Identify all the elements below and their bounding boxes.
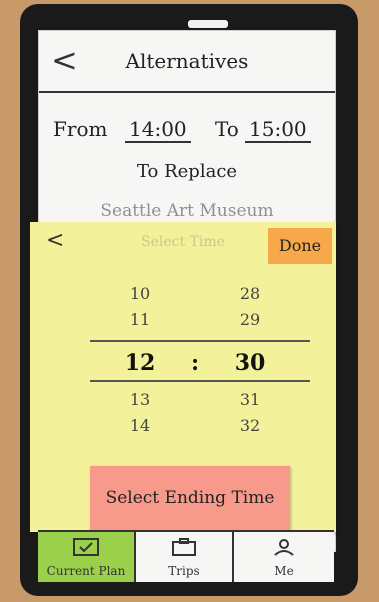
header: < Alternatives bbox=[39, 31, 335, 93]
tab-bar: Current Plan Trips Me bbox=[38, 530, 334, 582]
speaker bbox=[188, 20, 228, 28]
to-time-field[interactable]: 15:00 bbox=[245, 117, 311, 143]
picker-row[interactable]: 14 32 bbox=[90, 416, 310, 440]
hour-option[interactable]: 14 bbox=[110, 416, 170, 435]
tab-label: Me bbox=[274, 564, 294, 578]
tab-current-plan[interactable]: Current Plan bbox=[38, 532, 136, 582]
check-icon bbox=[73, 538, 99, 556]
picker-row[interactable]: 11 29 bbox=[90, 310, 310, 334]
page-title: Alternatives bbox=[125, 49, 249, 73]
tab-label: Current Plan bbox=[46, 564, 126, 578]
tab-trips[interactable]: Trips bbox=[136, 532, 234, 582]
selected-minute[interactable]: 30 bbox=[220, 350, 280, 376]
time-picker[interactable]: 10 28 11 29 12 : 30 13 31 14 32 bbox=[90, 284, 310, 454]
hour-option[interactable]: 11 bbox=[110, 310, 170, 329]
picker-row[interactable]: 10 28 bbox=[90, 284, 310, 308]
selected-hour[interactable]: 12 bbox=[110, 350, 170, 376]
from-time-field[interactable]: 14:00 bbox=[125, 117, 191, 143]
minute-option[interactable]: 29 bbox=[220, 310, 280, 329]
picker-row[interactable]: 13 31 bbox=[90, 390, 310, 414]
picker-colon: : bbox=[190, 350, 200, 376]
hour-option[interactable]: 13 bbox=[110, 390, 170, 409]
hint-sticky-note: Select Ending Time bbox=[90, 466, 290, 538]
tab-me[interactable]: Me bbox=[234, 532, 334, 582]
picker-selected-row[interactable]: 12 : 30 bbox=[90, 350, 310, 376]
tab-label: Trips bbox=[168, 564, 200, 578]
hint-text: Select Ending Time bbox=[105, 488, 275, 508]
suitcase-icon bbox=[172, 538, 196, 556]
minute-option[interactable]: 32 bbox=[220, 416, 280, 435]
minute-option[interactable]: 28 bbox=[220, 284, 280, 303]
replace-place: Seattle Art Museum bbox=[100, 201, 274, 221]
picker-divider-top bbox=[90, 340, 310, 342]
minute-option[interactable]: 31 bbox=[220, 390, 280, 409]
done-button[interactable]: Done bbox=[268, 228, 332, 264]
from-label: From bbox=[53, 117, 108, 141]
to-label: To bbox=[215, 117, 239, 141]
to-replace-label: To Replace bbox=[136, 161, 238, 182]
time-picker-overlay: < Select Time Done 10 28 11 29 12 : 30 1… bbox=[30, 222, 336, 538]
hour-option[interactable]: 10 bbox=[110, 284, 170, 303]
time-range-row: From 14:00 To 15:00 bbox=[53, 117, 323, 147]
picker-divider-bottom bbox=[90, 380, 310, 382]
person-icon bbox=[274, 539, 294, 556]
